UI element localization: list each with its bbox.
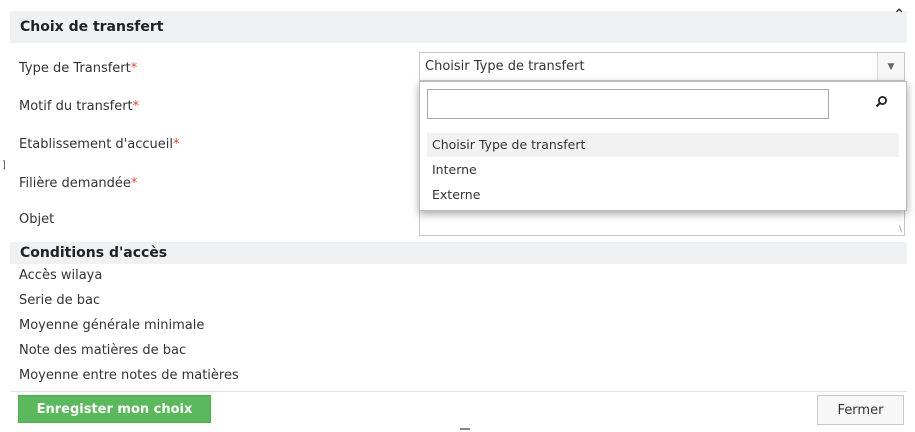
bottom-scroll-mark <box>460 428 470 430</box>
required-marker: * <box>132 99 140 114</box>
type-transfert-value: Choisir Type de transfert <box>425 59 585 74</box>
section-header: Choix de transfert ⌃ <box>10 7 907 43</box>
dropdown-option-externe[interactable]: Externe <box>427 183 899 207</box>
filiere-label: Filière demandée* <box>19 176 137 191</box>
condition-item-moyenne-generale: Moyenne générale minimale <box>19 318 205 333</box>
condition-item-moyenne-notes: Moyenne entre notes de matières <box>19 368 239 383</box>
dropdown-search-input[interactable] <box>427 89 829 119</box>
dropdown-option-interne[interactable]: Interne <box>427 158 899 182</box>
type-transfert-label: Type de Transfert* <box>19 61 137 76</box>
type-transfert-select[interactable]: Choisir Type de transfert ▼ <box>419 52 905 81</box>
textarea-resize-icon[interactable]: ∖ <box>897 226 903 235</box>
type-transfert-label-text: Type de Transfert <box>19 61 131 76</box>
motif-label: Motif du transfert* <box>19 99 139 114</box>
condition-item-note-matieres: Note des matières de bac <box>19 343 187 358</box>
conditions-header: Conditions d'accès <box>10 242 907 264</box>
condition-item-serie-bac: Serie de bac <box>19 293 101 308</box>
filiere-label-text: Filière demandée <box>19 176 131 191</box>
conditions-title: Conditions d'accès <box>20 245 168 261</box>
required-marker: * <box>172 137 180 152</box>
objet-label: Objet <box>19 212 55 227</box>
required-marker: * <box>130 176 138 191</box>
triangle-down-icon[interactable]: ▼ <box>877 53 904 80</box>
etablissement-label: Etablissement d'accueil* <box>19 137 179 152</box>
objet-field[interactable]: ∖ <box>419 210 905 236</box>
chevron-up-icon[interactable]: ⌃ <box>893 7 905 23</box>
magnifier-icon[interactable] <box>873 94 889 110</box>
edge-bracket-mark: ] <box>2 160 6 171</box>
dropdown-option-choisir[interactable]: Choisir Type de transfert <box>427 133 899 157</box>
close-button[interactable]: Fermer <box>817 395 904 425</box>
etablissement-label-text: Etablissement d'accueil <box>19 137 173 152</box>
footer-divider <box>10 391 907 392</box>
type-transfert-dropdown: Choisir Type de transfert Interne Extern… <box>419 81 907 211</box>
condition-item-acces-wilaya: Accès wilaya <box>19 268 103 283</box>
required-marker: * <box>130 61 138 76</box>
motif-label-text: Motif du transfert <box>19 99 133 114</box>
section-title: Choix de transfert <box>20 19 164 35</box>
save-choice-button[interactable]: Enregister mon choix <box>18 395 211 423</box>
